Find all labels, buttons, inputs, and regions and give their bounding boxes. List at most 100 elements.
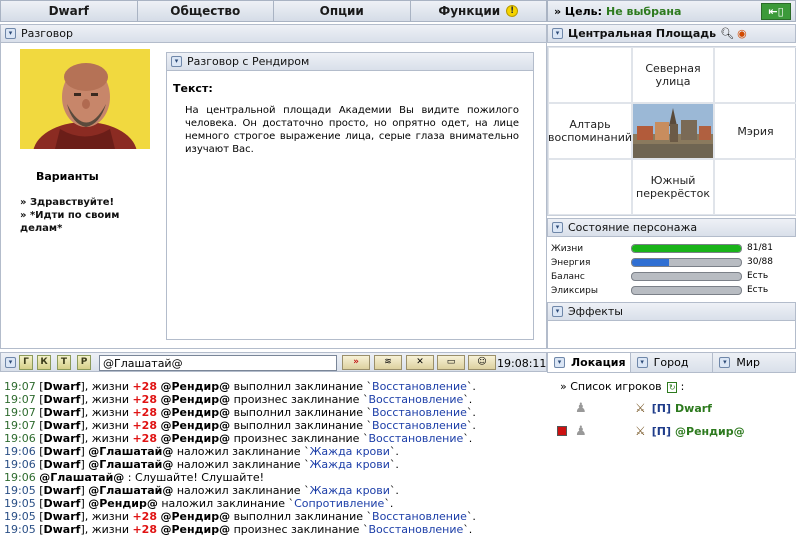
- collapse-icon[interactable]: ▾: [171, 56, 182, 67]
- player-row[interactable]: ♟ ⚔ [П] @Рендир@: [557, 423, 745, 439]
- message-time[interactable]: 19:05: [4, 510, 36, 523]
- status-bar: [631, 244, 742, 253]
- spell-name[interactable]: Восстановление: [372, 380, 467, 393]
- channel-clan[interactable]: К: [37, 355, 51, 370]
- menu-society[interactable]: Общество: [137, 1, 274, 21]
- menu-options[interactable]: Опции: [274, 1, 411, 21]
- exit-icon[interactable]: ⇤▯: [761, 3, 791, 20]
- chat-message: 19:06 @Глашатай@ : Слушайте! Слушайте!: [4, 471, 265, 484]
- spell-name[interactable]: Жажда крови: [310, 458, 390, 471]
- player-clan: [П]: [651, 424, 672, 438]
- effects-header[interactable]: ▾ Эффекты: [547, 302, 796, 321]
- chat-message: 19:07 [Dwarf], жизни +28 @Рендир@ произн…: [4, 393, 473, 406]
- message-target[interactable]: Dwarf: [44, 510, 81, 523]
- message-actor[interactable]: @Глашатай@: [88, 458, 173, 471]
- attack-icon[interactable]: ⚔: [635, 424, 646, 438]
- message-time[interactable]: 19:05: [4, 497, 36, 510]
- collapse-icon[interactable]: ▾: [5, 28, 16, 39]
- tab-location[interactable]: ▾ Локация: [548, 353, 631, 372]
- message-time[interactable]: 19:07: [4, 419, 36, 432]
- status-header[interactable]: ▾ Состояние персонажа: [547, 218, 796, 237]
- message-time[interactable]: 19:07: [4, 406, 36, 419]
- message-target[interactable]: Dwarf: [44, 458, 81, 471]
- message-target[interactable]: Dwarf: [44, 445, 81, 458]
- goal-value[interactable]: Не выбрана: [606, 5, 681, 18]
- hp-change: +28: [132, 523, 157, 536]
- spell-name[interactable]: Восстановление: [368, 523, 463, 536]
- map-altar[interactable]: Алтарь воспоминаний: [548, 103, 632, 159]
- send-icon[interactable]: »: [342, 355, 370, 370]
- message-target[interactable]: Dwarf: [44, 523, 81, 536]
- message-actor[interactable]: @Рендир@: [161, 419, 231, 432]
- message-actor[interactable]: @Рендир@: [161, 406, 231, 419]
- map-south-crossroads[interactable]: Южный перекрёсток: [632, 159, 714, 215]
- channel-general[interactable]: Г: [19, 355, 33, 370]
- message-time[interactable]: 19:07: [4, 380, 36, 393]
- spell-name[interactable]: Восстановление: [368, 393, 463, 406]
- player-name[interactable]: @Рендир@: [675, 425, 745, 438]
- chat-message: 19:05 [Dwarf] @Глашатай@ наложил заклина…: [4, 484, 399, 497]
- scroll-icon[interactable]: ≋: [374, 355, 402, 370]
- message-target[interactable]: Dwarf: [44, 497, 81, 510]
- spell-name[interactable]: Восстановление: [372, 419, 467, 432]
- channel-party[interactable]: Р: [77, 355, 91, 370]
- message-actor[interactable]: @Рендир@: [88, 497, 158, 510]
- location-header[interactable]: ▾ Центральная Площадь 🔍︎ ◉: [547, 24, 796, 43]
- player-name[interactable]: Dwarf: [675, 402, 712, 415]
- clear-icon[interactable]: ▭: [437, 355, 465, 370]
- message-target[interactable]: Dwarf: [44, 432, 81, 445]
- conversation-header[interactable]: ▾ Разговор: [0, 24, 547, 43]
- message-time[interactable]: 19:06: [4, 432, 36, 445]
- compass-icon[interactable]: ◉: [737, 27, 747, 40]
- message-actor[interactable]: @Рендир@: [161, 523, 231, 536]
- map-north-street[interactable]: Северная улица: [632, 47, 714, 103]
- message-actor[interactable]: @Рендир@: [161, 380, 231, 393]
- message-actor[interactable]: @Рендир@: [161, 393, 231, 406]
- message-actor[interactable]: @Глашатай@: [88, 445, 173, 458]
- player-row[interactable]: ♟ ⚔ [П] Dwarf: [557, 400, 712, 416]
- message-actor[interactable]: @Рендир@: [161, 510, 231, 523]
- chat-input[interactable]: [99, 355, 337, 371]
- players-title: » Список игроков ↻ :: [560, 380, 684, 393]
- map-city-hall[interactable]: Мэрия: [714, 103, 796, 159]
- spell-name[interactable]: Жажда крови: [310, 484, 390, 497]
- message-time[interactable]: 19:06: [4, 471, 36, 484]
- message-time[interactable]: 19:05: [4, 523, 36, 536]
- search-icon[interactable]: 🔍︎: [720, 27, 734, 40]
- spell-name[interactable]: Сопротивление: [294, 497, 384, 510]
- spell-name[interactable]: Восстановление: [368, 432, 463, 445]
- players-title-suffix: :: [680, 380, 685, 393]
- channel-trade[interactable]: Т: [57, 355, 71, 370]
- spell-name[interactable]: Восстановление: [372, 406, 467, 419]
- variant-leave[interactable]: » *Идти по своим делам*: [20, 209, 160, 235]
- smiley-icon[interactable]: ☺: [468, 355, 496, 370]
- message-target[interactable]: Dwarf: [44, 406, 81, 419]
- menu-functions[interactable]: Функции!: [410, 1, 546, 21]
- message-time[interactable]: 19:06: [4, 445, 36, 458]
- tab-world[interactable]: ▾ Мир: [713, 353, 795, 372]
- tab-city[interactable]: ▾ Город: [631, 353, 714, 372]
- dialog-header[interactable]: ▾ Разговор с Рендиром: [166, 52, 534, 71]
- refresh-icon[interactable]: ↻: [667, 382, 678, 393]
- collapse-icon[interactable]: ▾: [552, 28, 563, 39]
- message-target[interactable]: Dwarf: [44, 419, 81, 432]
- spell-name[interactable]: Восстановление: [372, 510, 467, 523]
- spell-name[interactable]: Жажда крови: [310, 445, 390, 458]
- message-target[interactable]: Dwarf: [44, 484, 81, 497]
- attack-icon[interactable]: ⚔: [635, 401, 646, 415]
- collapse-icon[interactable]: ▾: [552, 222, 563, 233]
- menu-character[interactable]: Dwarf: [1, 1, 138, 21]
- message-time[interactable]: 19:07: [4, 393, 36, 406]
- message-target[interactable]: Dwarf: [44, 380, 81, 393]
- message-actor[interactable]: @Глашатай@: [88, 484, 173, 497]
- variant-greet[interactable]: » Здравствуйте!: [20, 196, 160, 209]
- message-actor[interactable]: @Глашатай@: [39, 471, 124, 484]
- message-time[interactable]: 19:05: [4, 484, 36, 497]
- players-tabs: ▾ Локация ▾ Город ▾ Мир: [547, 352, 796, 373]
- message-target[interactable]: Dwarf: [44, 393, 81, 406]
- swords-icon[interactable]: ✕: [406, 355, 434, 370]
- message-time[interactable]: 19:06: [4, 458, 36, 471]
- message-actor[interactable]: @Рендир@: [161, 432, 231, 445]
- collapse-icon[interactable]: ▾: [5, 357, 16, 368]
- collapse-icon[interactable]: ▾: [552, 306, 563, 317]
